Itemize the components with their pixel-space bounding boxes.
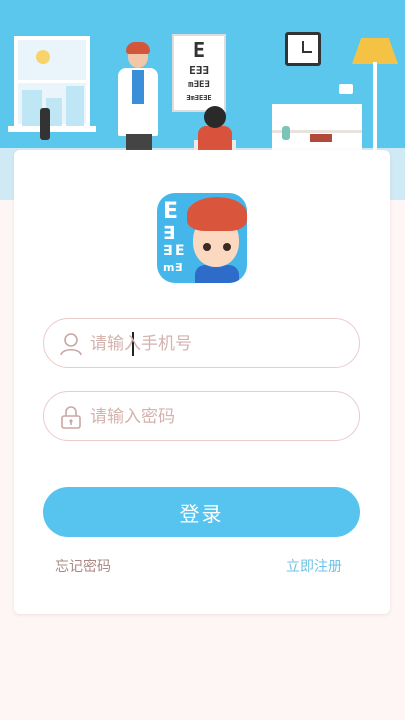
- patient-illustration: [198, 126, 232, 152]
- eye-chart-row: E∃∃: [189, 64, 209, 77]
- logo-letter: ∃: [175, 261, 183, 274]
- login-button[interactable]: 登录: [43, 487, 360, 537]
- forgot-password-link[interactable]: 忘记密码: [55, 556, 111, 576]
- phone-input[interactable]: [90, 329, 340, 359]
- window-illustration: [14, 36, 90, 128]
- register-link[interactable]: 立即注册: [286, 556, 342, 576]
- sun-icon: [36, 50, 50, 64]
- app-logo: E ∃ ∃ E m ∃: [157, 193, 247, 283]
- eye-chart-row: ∃m∃E∃E: [186, 94, 212, 102]
- lamp-icon: [352, 38, 398, 64]
- phone-illustration: [40, 108, 50, 140]
- eye-chart-row: E: [192, 38, 206, 62]
- lock-icon: [60, 405, 82, 429]
- phone-field[interactable]: [43, 318, 360, 368]
- logo-letter: m: [163, 261, 175, 274]
- logo-letter: E: [163, 199, 179, 224]
- light-switch: [339, 84, 353, 94]
- logo-letter: ∃: [163, 243, 173, 259]
- logo-letter: E: [175, 243, 185, 259]
- clock-icon: [285, 32, 321, 66]
- eye-chart-row: m∃E∃: [188, 80, 210, 90]
- eye-chart: E E∃∃ m∃E∃ ∃m∃E∃E: [172, 34, 226, 112]
- password-input[interactable]: [90, 402, 340, 432]
- logo-letter: ∃: [163, 223, 176, 244]
- password-field[interactable]: [43, 391, 360, 441]
- user-icon: [60, 332, 82, 356]
